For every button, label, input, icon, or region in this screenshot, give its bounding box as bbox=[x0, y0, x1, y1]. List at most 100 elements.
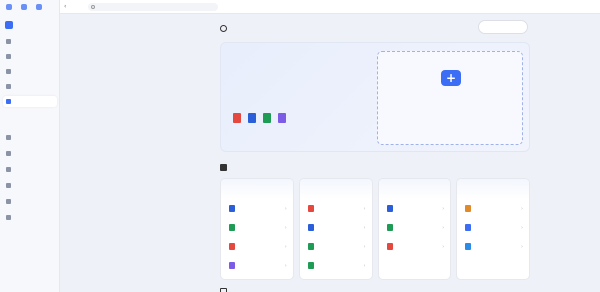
chevron-right-icon: › bbox=[284, 205, 287, 212]
chevron-right-icon: › bbox=[521, 224, 523, 231]
pdf-file-icon bbox=[233, 113, 241, 123]
image-icon bbox=[6, 84, 11, 89]
sidebar-item-ppt[interactable] bbox=[3, 66, 57, 77]
remove-handwriting-icon bbox=[465, 224, 472, 231]
chevron-right-icon: › bbox=[284, 262, 287, 269]
remove-watermark-icon bbox=[465, 243, 472, 250]
chevron-right-icon: › bbox=[284, 243, 287, 250]
tool-word-to-pdf[interactable]: › bbox=[300, 199, 372, 218]
history-item[interactable] bbox=[3, 180, 57, 191]
presentation-icon bbox=[6, 69, 11, 74]
collapse-icon[interactable] bbox=[6, 4, 12, 10]
chevron-right-icon: › bbox=[363, 243, 366, 250]
history-item[interactable] bbox=[3, 132, 57, 143]
tool-pdf-to-word[interactable]: › bbox=[221, 199, 293, 218]
tool-excel-to-pdf[interactable]: › bbox=[300, 237, 372, 256]
word-file-icon bbox=[248, 113, 256, 123]
chevron-right-icon: › bbox=[363, 224, 366, 231]
tool-excel-to-image[interactable]: › bbox=[300, 256, 372, 275]
tool-extract-text[interactable]: › bbox=[457, 199, 529, 218]
tool-remove-watermark[interactable]: › bbox=[457, 237, 529, 256]
chevron-right-icon: › bbox=[363, 205, 366, 212]
scanner-icon bbox=[220, 288, 227, 292]
image-excel-icon bbox=[386, 224, 393, 231]
sidebar bbox=[0, 0, 60, 292]
pdf-word-icon bbox=[229, 205, 235, 212]
tool-column-title bbox=[457, 179, 529, 199]
hero-banner: + bbox=[220, 42, 530, 152]
chat-icon bbox=[6, 167, 11, 172]
history-list bbox=[3, 132, 57, 228]
sidebar-item-search[interactable] bbox=[3, 51, 57, 62]
search-input[interactable] bbox=[88, 3, 218, 11]
chevron-right-icon: › bbox=[442, 224, 445, 231]
sidebar-item-file-tools[interactable] bbox=[3, 96, 57, 107]
excel-file-icon bbox=[263, 113, 271, 123]
tool-column-pdf: › › › › bbox=[220, 178, 294, 280]
pdf-long-image-icon bbox=[229, 262, 235, 269]
excel-image-icon bbox=[307, 262, 314, 269]
tool-columns: › › › › › › › › › › › › › › bbox=[220, 178, 530, 280]
chat-icon bbox=[6, 135, 11, 140]
tool-pdf-to-excel[interactable]: › bbox=[221, 218, 293, 237]
excel-pdf-icon bbox=[307, 243, 314, 250]
pdf-image-icon bbox=[229, 243, 235, 250]
file-tools-icon bbox=[6, 99, 11, 104]
sidebar-item-home[interactable] bbox=[3, 36, 57, 47]
cloud-icon[interactable] bbox=[36, 4, 42, 10]
extract-text-icon bbox=[465, 205, 472, 212]
tool-pdf-to-image[interactable]: › bbox=[221, 237, 293, 256]
chevron-right-icon: › bbox=[442, 243, 445, 250]
tool-image-to-pdf[interactable]: › bbox=[379, 237, 451, 256]
chat-icon bbox=[6, 215, 11, 220]
tool-remove-handwriting[interactable]: › bbox=[457, 218, 529, 237]
image-word-icon bbox=[386, 205, 393, 212]
grid-icon bbox=[220, 163, 227, 171]
image-pdf-icon bbox=[386, 243, 393, 250]
add-file-icon[interactable]: + bbox=[441, 70, 461, 86]
tool-image-to-excel[interactable]: › bbox=[379, 218, 451, 237]
search-icon bbox=[91, 5, 95, 9]
other-file-icon bbox=[278, 113, 286, 123]
chevron-right-icon: › bbox=[363, 262, 366, 269]
word-pdf-icon bbox=[307, 205, 314, 212]
back-icon[interactable]: ‹ bbox=[64, 4, 70, 10]
history-item[interactable] bbox=[3, 148, 57, 159]
history-item[interactable] bbox=[3, 196, 57, 207]
tool-column-office: › › › › bbox=[298, 178, 373, 280]
sidebar-nav bbox=[3, 36, 57, 111]
tool-pdf-to-long-image[interactable]: › bbox=[221, 256, 293, 275]
tool-column-image: › › › bbox=[377, 178, 452, 280]
page-header bbox=[220, 22, 231, 34]
chevron-right-icon: › bbox=[442, 205, 445, 212]
tool-column-processing: › › › bbox=[456, 178, 530, 280]
tool-word-to-image[interactable]: › bbox=[300, 218, 372, 237]
top-bar: ‹ bbox=[60, 0, 600, 14]
history-item[interactable] bbox=[3, 164, 57, 175]
tool-column-title bbox=[299, 179, 372, 199]
scan-section-header bbox=[220, 286, 238, 292]
upload-dropzone[interactable]: + bbox=[377, 51, 523, 145]
tool-column-title bbox=[221, 179, 293, 199]
chat-icon bbox=[6, 199, 11, 204]
file-type-icons bbox=[233, 113, 286, 123]
all-tools-header bbox=[220, 162, 237, 172]
chevron-right-icon: › bbox=[521, 243, 523, 250]
chevron-right-icon: › bbox=[521, 205, 523, 212]
file-search-icon bbox=[6, 54, 11, 59]
pdf-excel-icon bbox=[229, 224, 235, 231]
window-controls bbox=[0, 0, 59, 14]
running-tasks-button[interactable] bbox=[478, 20, 528, 34]
chat-icon bbox=[6, 151, 11, 156]
brand-logo-icon bbox=[5, 21, 13, 29]
file-center-icon bbox=[220, 24, 227, 32]
history-item[interactable] bbox=[3, 212, 57, 223]
share-icon[interactable] bbox=[21, 4, 27, 10]
chevron-right-icon: › bbox=[284, 224, 287, 231]
word-image-icon bbox=[307, 224, 314, 231]
chat-icon bbox=[6, 183, 11, 188]
tool-image-to-word[interactable]: › bbox=[379, 199, 451, 218]
home-icon bbox=[6, 39, 11, 44]
sidebar-item-drawing[interactable] bbox=[3, 81, 57, 92]
tool-column-title bbox=[378, 179, 451, 199]
